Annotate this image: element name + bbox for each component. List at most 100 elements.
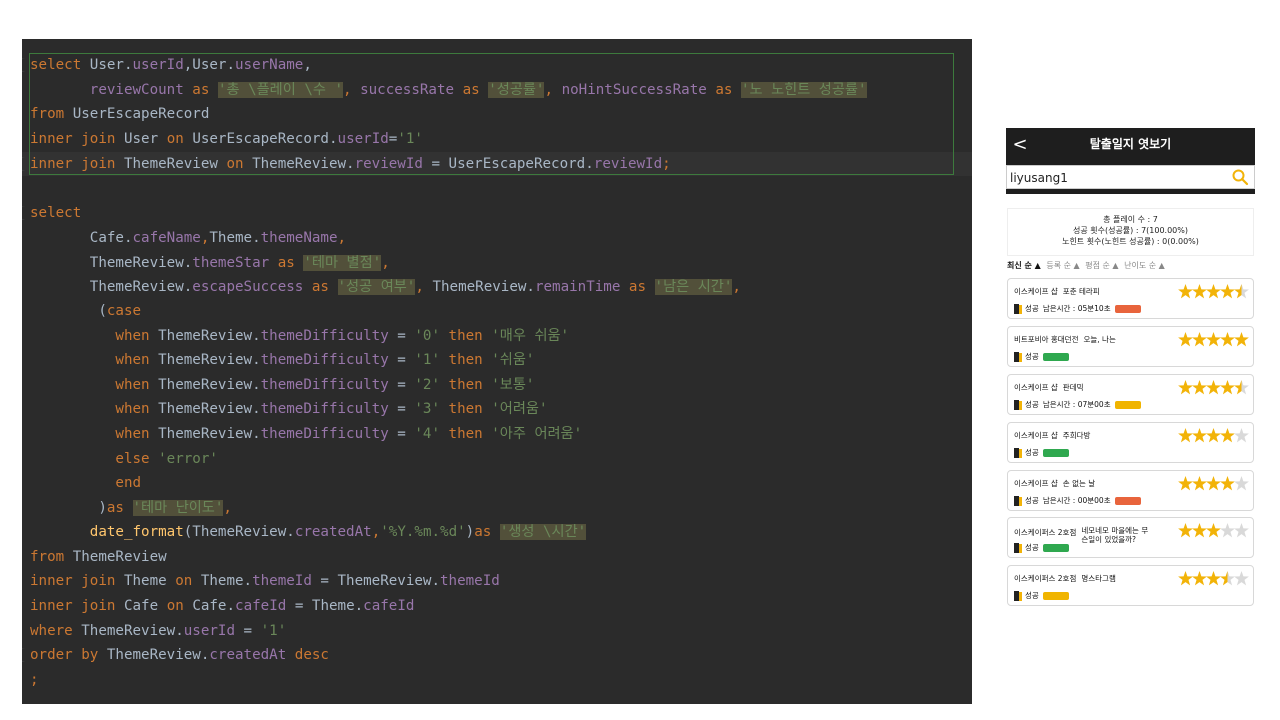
search-input[interactable] <box>1010 168 1220 187</box>
theme-name: 포춘 테라피 <box>1062 287 1100 296</box>
card-status-row: 성공 남은시간 : 07분00초 <box>1014 399 1141 410</box>
card-status-row: 성공 남은시간 : 00분00초 <box>1014 495 1141 506</box>
code-token: as <box>474 524 500 540</box>
code-token: = <box>388 328 415 344</box>
sort-rating[interactable]: 평점 순 ▲ <box>1085 260 1118 271</box>
star-icon <box>1220 476 1235 491</box>
code-line[interactable]: order by ThemeReview.createdAt desc <box>22 643 329 667</box>
code-line[interactable]: when ThemeReview.themeDifficulty = '4' t… <box>22 422 582 446</box>
door-icon <box>1014 448 1022 458</box>
code-token: '아주 어려움' <box>491 426 583 442</box>
sort-difficulty[interactable]: 난이도 순 ▲ <box>1124 260 1165 271</box>
code-token: '총 \플레이 \수 ' <box>217 82 343 98</box>
card-title: 이스케이프 샵 주희다방 <box>1014 430 1090 441</box>
summary-nohint: 노힌트 횟수(노힌트 성공률) : 0(0.00%) <box>1062 237 1199 246</box>
remain-time: 남은시간 : 07분00초 <box>1042 400 1111 409</box>
code-line[interactable]: (case <box>22 299 141 323</box>
result-text: 성공 <box>1025 448 1039 457</box>
code-line[interactable]: from UserEscapeRecord <box>22 102 209 126</box>
star-icon <box>1206 380 1221 395</box>
code-line[interactable]: end <box>22 471 141 495</box>
search-icon[interactable] <box>1231 168 1249 186</box>
code-line[interactable]: )as '테마 난이도', <box>22 496 232 520</box>
review-card[interactable]: 이스케이프 샵 포춘 테라피 성공 남은시간 : 05분10초 <box>1007 278 1254 319</box>
code-line[interactable]: inner join Theme on Theme.themeId = Them… <box>22 569 500 593</box>
code-line[interactable]: ThemeReview.escapeSuccess as '성공 여부', Th… <box>22 275 741 299</box>
code-token: on <box>166 598 193 614</box>
review-card[interactable]: 이스케이퍼스 2호점 명스타그램 성공 <box>1007 565 1254 606</box>
star-icon <box>1178 523 1193 538</box>
review-card[interactable]: 이스케이프 샵 주희다방성공 <box>1007 422 1254 463</box>
review-card[interactable]: 이스케이퍼스 2호점 네모네모 마을에는 무슨일이 있었을까? 성공 <box>1007 517 1254 558</box>
rating-stars <box>1178 474 1249 494</box>
code-token: then <box>440 401 492 417</box>
code-token: 'error' <box>158 451 218 467</box>
summary-total: 총 플레이 수 : 7 <box>1103 215 1158 224</box>
code-token: createdAt <box>294 524 372 540</box>
code-token: Cafe. <box>30 230 133 246</box>
code-line[interactable]: when ThemeReview.themeDifficulty = '3' t… <box>22 397 547 421</box>
star-icon <box>1178 284 1193 299</box>
theme-name: 판데믹 <box>1062 383 1084 392</box>
sort-latest[interactable]: 최신 순 ▲ <box>1007 260 1041 271</box>
result-text: 성공 <box>1025 400 1039 409</box>
door-icon <box>1014 496 1022 506</box>
difficulty-badge <box>1042 449 1069 457</box>
code-token: ThemeReview. <box>106 647 210 663</box>
star-icon <box>1178 428 1193 443</box>
code-token: '노 노힌트 성공률' <box>740 82 867 98</box>
review-card[interactable]: 이스케이프 샵 판데믹 성공 남은시간 : 07분00초 <box>1007 374 1254 415</box>
code-token: Cafe. <box>192 598 236 614</box>
code-line[interactable]: from ThemeReview <box>22 545 167 569</box>
code-token: ThemeReview. <box>81 623 184 639</box>
code-line[interactable]: inner join Cafe on Cafe.cafeId = Theme.c… <box>22 594 414 618</box>
fold-marker-icon[interactable] <box>22 157 25 171</box>
code-token: = Theme. <box>286 598 364 614</box>
rating-stars <box>1178 330 1249 350</box>
code-line[interactable]: inner join ThemeReview on ThemeReview.re… <box>22 152 671 176</box>
code-line[interactable]: when ThemeReview.themeDifficulty = '1' t… <box>22 348 534 372</box>
code-line[interactable]: ThemeReview.themeStar as '테마 별점', <box>22 251 390 275</box>
difficulty-badge <box>1042 592 1069 600</box>
code-token: UserEscapeRecord <box>72 106 210 122</box>
code-line[interactable]: ; <box>22 668 39 692</box>
star-icon <box>1220 380 1235 395</box>
star-icon <box>1234 476 1249 491</box>
code-token: = <box>388 401 415 417</box>
sort-registered[interactable]: 등록 순 ▲ <box>1046 260 1079 271</box>
code-token: ThemeReview. <box>158 352 261 368</box>
code-token: UserEscapeRecord. <box>192 131 338 147</box>
fold-marker-icon[interactable] <box>22 206 25 220</box>
fold-marker-icon[interactable] <box>22 648 25 662</box>
code-token: '테마 난이도' <box>132 500 224 516</box>
code-token: select <box>30 57 90 73</box>
code-token: escapeSuccess <box>192 279 304 295</box>
code-token: '성공률' <box>488 82 545 98</box>
review-card[interactable]: 이스케이프 샵 손 없는 날 성공 남은시간 : 00분00초 <box>1007 470 1254 511</box>
code-line[interactable]: select User.userId,User.userName, <box>22 53 312 77</box>
code-line[interactable]: when ThemeReview.themeDifficulty = '2' t… <box>22 373 534 397</box>
code-token: ; <box>30 672 39 688</box>
code-line[interactable]: inner join User on UserEscapeRecord.user… <box>22 127 423 151</box>
review-card[interactable]: 비트포비아 홍대던전 오늘, 나는 성공 <box>1007 326 1254 367</box>
star-icon <box>1220 428 1235 443</box>
code-line[interactable]: reviewCount as '총 \플레이 \수 ', successRate… <box>22 78 867 102</box>
result-text: 성공 <box>1025 304 1039 313</box>
rating-stars <box>1178 569 1249 589</box>
star-icon <box>1192 332 1207 347</box>
code-line[interactable]: when ThemeReview.themeDifficulty = '0' t… <box>22 324 569 348</box>
code-token: as <box>183 82 218 98</box>
code-editor[interactable]: select User.userId,User.userName, review… <box>22 39 972 704</box>
code-line[interactable]: select <box>22 201 81 225</box>
code-token: reviewCount <box>89 82 184 98</box>
code-line[interactable]: where ThemeReview.userId = '1' <box>22 619 286 643</box>
code-token: themeName <box>260 230 338 246</box>
card-status-row: 성공 <box>1014 542 1069 553</box>
code-token: '남은 시간' <box>654 279 733 295</box>
code-line[interactable]: date_format(ThemeReview.createdAt,'%Y.%m… <box>22 520 587 544</box>
code-line[interactable]: else 'error' <box>22 447 218 471</box>
code-line[interactable]: Cafe.cafeName,Theme.themeName, <box>22 226 346 250</box>
fold-marker-icon[interactable] <box>22 58 25 72</box>
